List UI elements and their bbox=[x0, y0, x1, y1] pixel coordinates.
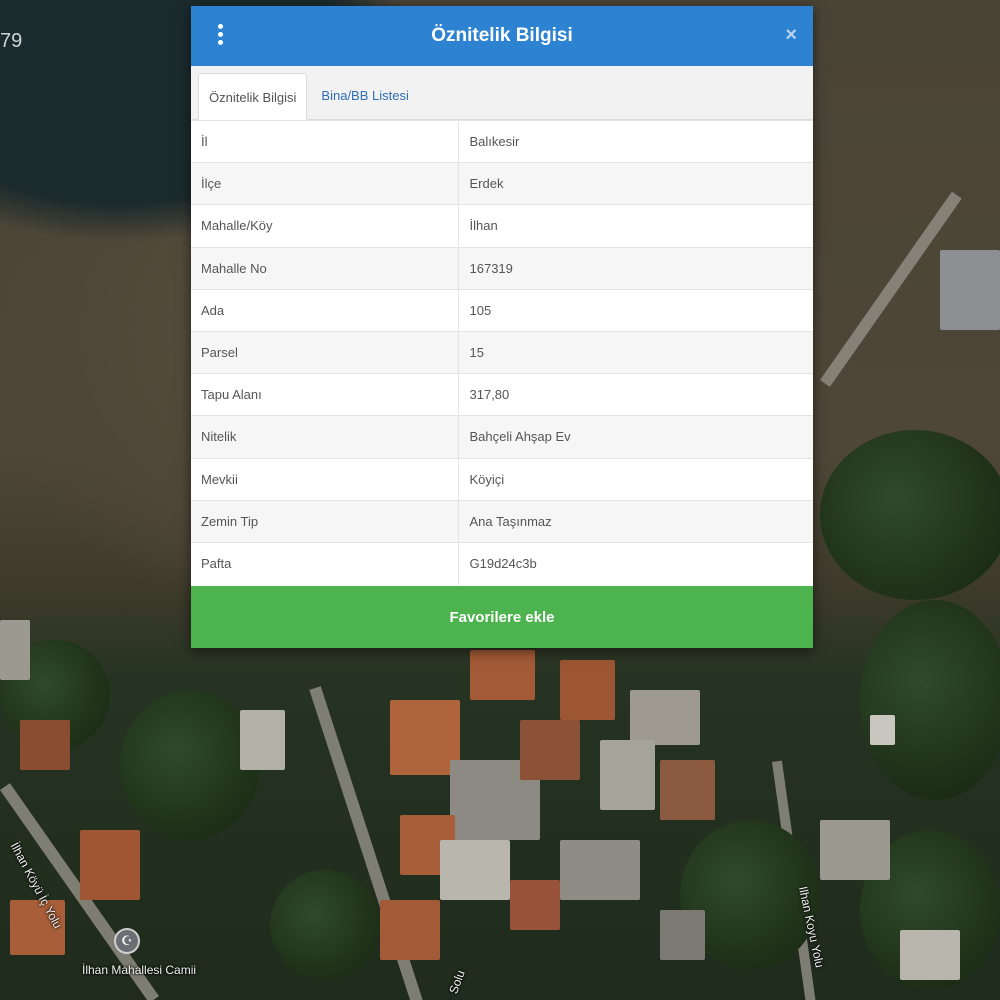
attribute-value: İlhan bbox=[458, 204, 813, 248]
attribute-key: Tapu Alanı bbox=[191, 373, 459, 416]
attribute-value: G19d24c3b bbox=[458, 541, 813, 585]
table-row: Nitelik Bahçeli Ahşap Ev bbox=[191, 415, 813, 458]
table-row: Mevkii Köyiçi bbox=[191, 457, 813, 501]
dialog-title: Öznitelik Bilgisi bbox=[431, 25, 573, 46]
table-row: Parsel 15 bbox=[191, 330, 813, 374]
map-building bbox=[470, 650, 535, 700]
attribute-value: Bahçeli Ahşap Ev bbox=[458, 415, 813, 458]
map-tree bbox=[270, 870, 380, 980]
attribute-key: Mevkii bbox=[191, 457, 459, 501]
attribute-key: Pafta bbox=[191, 541, 459, 585]
table-row: Mahalle No 167319 bbox=[191, 246, 813, 290]
attribute-key: Nitelik bbox=[191, 415, 459, 458]
attribute-key: Parsel bbox=[191, 330, 459, 374]
attribute-key: Mahalle/Köy bbox=[191, 204, 459, 248]
attribute-dialog: Öznitelik Bilgisi × Öznitelik Bilgisi Bi… bbox=[191, 6, 813, 648]
map-tree bbox=[820, 430, 1000, 600]
map-building bbox=[870, 715, 895, 745]
attribute-table: İl Balıkesir İlçe Erdek Mahalle/Köy İlha… bbox=[191, 119, 813, 585]
map-building bbox=[940, 250, 1000, 330]
map-building bbox=[660, 910, 705, 960]
attribute-value: 15 bbox=[458, 330, 813, 374]
tab-building-list[interactable]: Bina/BB Listesi bbox=[311, 72, 418, 119]
map-building bbox=[630, 690, 700, 745]
map-building bbox=[0, 620, 30, 680]
tab-attribute-info[interactable]: Öznitelik Bilgisi bbox=[198, 73, 308, 120]
attribute-value: 317,80 bbox=[458, 373, 813, 416]
dialog-header: Öznitelik Bilgisi × bbox=[191, 6, 813, 66]
map-building bbox=[510, 880, 560, 930]
attribute-key: Mahalle No bbox=[191, 246, 459, 290]
map-building bbox=[440, 840, 510, 900]
poi-label[interactable]: İlhan Mahallesi Camii bbox=[82, 963, 196, 977]
map-building bbox=[520, 720, 580, 780]
attribute-value: 105 bbox=[458, 288, 813, 332]
map-building bbox=[240, 710, 285, 770]
add-to-favorites-button[interactable]: Favorilere ekle bbox=[191, 586, 813, 648]
table-row: İlçe Erdek bbox=[191, 162, 813, 205]
attribute-key: Zemin Tip bbox=[191, 499, 459, 543]
road-label: Solu bbox=[446, 968, 468, 996]
attribute-value: Ana Taşınmaz bbox=[458, 499, 813, 543]
map-corner-label: 79 bbox=[0, 30, 23, 52]
attribute-value: Erdek bbox=[458, 162, 813, 205]
attribute-key: Ada bbox=[191, 288, 459, 332]
map-tree bbox=[860, 600, 1000, 800]
table-row: Ada 105 bbox=[191, 288, 813, 332]
map-building bbox=[900, 930, 960, 980]
kebab-menu-icon[interactable] bbox=[211, 24, 229, 48]
map-building bbox=[820, 820, 890, 880]
table-row: Pafta G19d24c3b bbox=[191, 541, 813, 585]
map-building bbox=[660, 760, 715, 820]
close-icon[interactable]: × bbox=[785, 23, 797, 47]
attribute-value: Köyiçi bbox=[458, 457, 813, 501]
map-building bbox=[600, 740, 655, 810]
map-building bbox=[380, 900, 440, 960]
map-tree bbox=[120, 690, 260, 840]
attribute-key: İl bbox=[191, 119, 459, 163]
attribute-value: Balıkesir bbox=[458, 119, 813, 163]
table-row: İl Balıkesir bbox=[191, 119, 813, 163]
attribute-key: İlçe bbox=[191, 162, 459, 205]
table-row: Zemin Tip Ana Taşınmaz bbox=[191, 499, 813, 543]
mosque-icon[interactable]: ☪ bbox=[114, 928, 140, 954]
map-building bbox=[20, 720, 70, 770]
table-row: Mahalle/Köy İlhan bbox=[191, 204, 813, 248]
map-building bbox=[560, 840, 640, 900]
dialog-tabs: Öznitelik Bilgisi Bina/BB Listesi bbox=[191, 66, 813, 120]
map-building bbox=[560, 660, 615, 720]
table-row: Tapu Alanı 317,80 bbox=[191, 373, 813, 416]
attribute-value: 167319 bbox=[458, 246, 813, 290]
map-building bbox=[80, 830, 140, 900]
